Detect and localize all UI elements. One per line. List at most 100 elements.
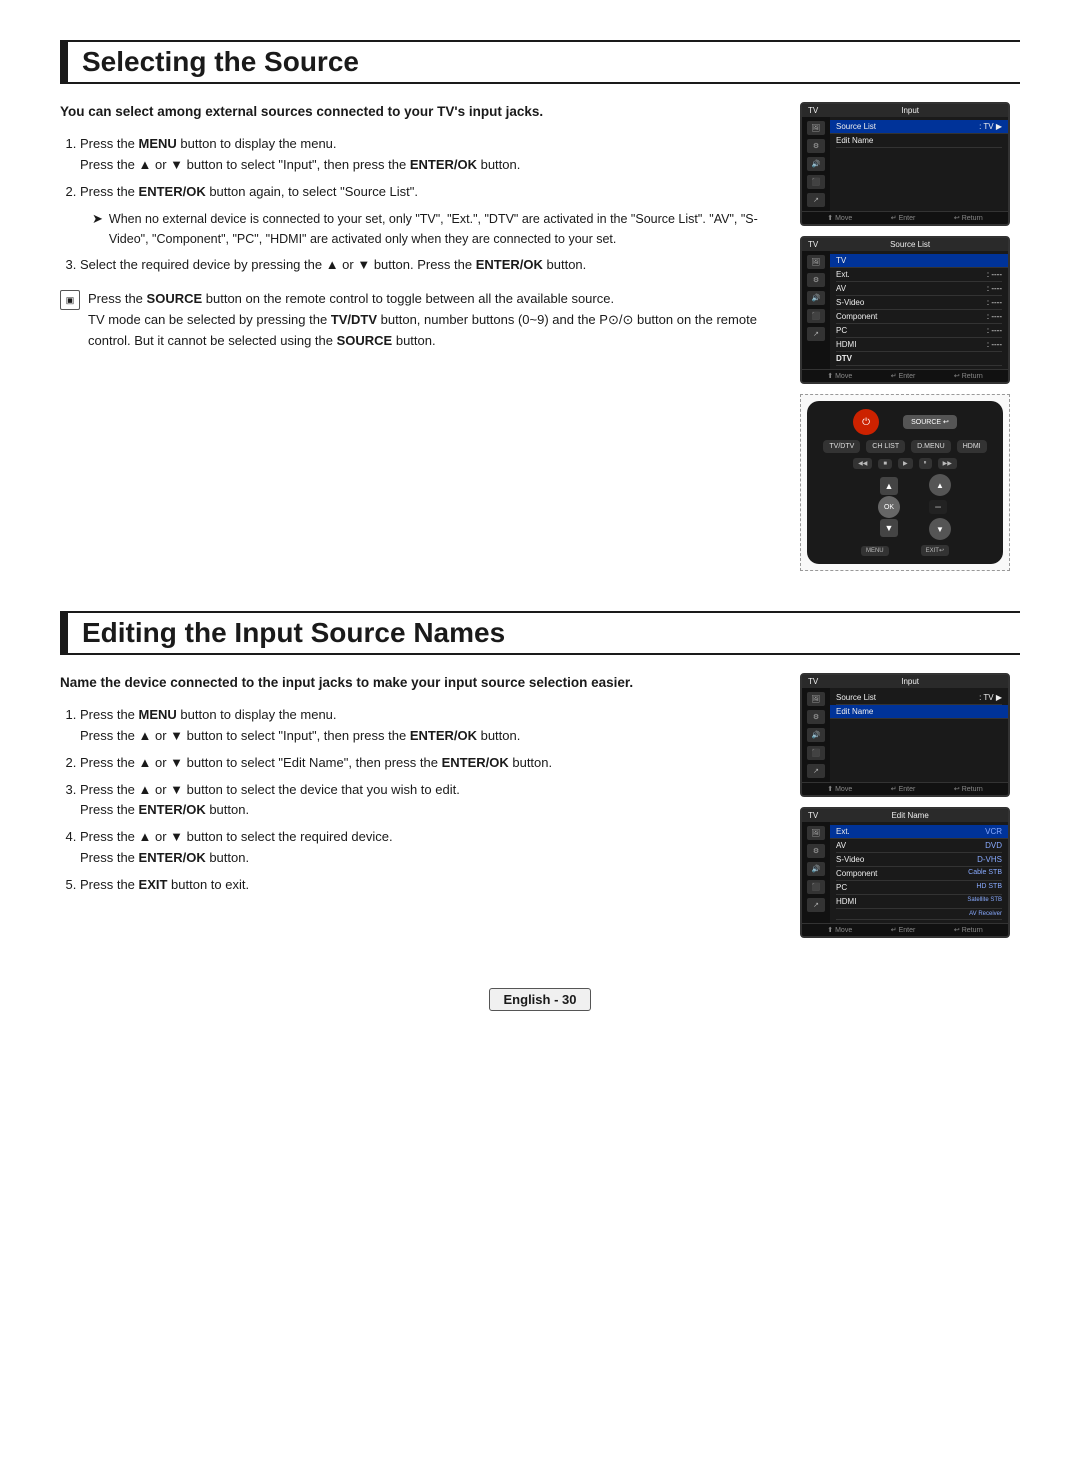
editing-intro: Name the device connected to the input j… — [60, 673, 776, 693]
tv-menu-title-1: Input — [901, 106, 919, 115]
tv-edit-ext: Ext. VCR — [830, 825, 1008, 839]
selecting-step-2: Press the ENTER/OK button again, to sele… — [80, 182, 776, 249]
tv-icon-3c: 🔊 — [807, 728, 825, 742]
editing-screenshots-column: TV Input 🖼 ⚙ 🔊 ⬛ ↗ Source List: TV ▶ — [800, 673, 1020, 938]
heading-bar — [60, 40, 68, 84]
selecting-screenshots-column: TV Input 🖼 ⚙ 🔊 ⬛ ↗ Source List: TV ▶ — [800, 102, 1020, 571]
tv-row-sourcelist: Source List: TV ▶ — [830, 120, 1008, 134]
tv-topbar-2: TV Source List — [802, 238, 1008, 251]
tv-row-tv: TV — [830, 254, 1008, 268]
tv-body-1: 🖼 ⚙ 🔊 ⬛ ↗ Source List: TV ▶ Edit Name — [802, 117, 1008, 211]
heading-bar-2 — [60, 611, 68, 655]
tv-content-1: Source List: TV ▶ Edit Name — [830, 117, 1008, 211]
tv-content-2: TV Ext.: ---- AV: ---- S-Video: ---- Com — [830, 251, 1008, 369]
tv-icon-2b: ⚙ — [807, 273, 825, 287]
source-note-text: Press the SOURCE button on the remote co… — [88, 289, 776, 351]
tv-icon-1b: ⚙ — [807, 139, 825, 153]
tv-sidebar-2: 🖼 ⚙ 🔊 ⬛ ↗ — [802, 251, 830, 369]
remote-ff-btn: ▶▶ — [938, 458, 957, 469]
tv-sidebar-3: 🖼 ⚙ 🔊 ⬛ ↗ — [802, 688, 830, 782]
tv-icon-3a: 🖼 — [807, 692, 825, 706]
selecting-step-1: Press the MENU button to display the men… — [80, 134, 776, 176]
tv-body-2: 🖼 ⚙ 🔊 ⬛ ↗ TV Ext.: ---- — [802, 251, 1008, 369]
tv-icon-4a: 🖼 — [807, 826, 825, 840]
remote-rew-btn: ◀◀ — [853, 458, 872, 469]
tv-icon-1e: ↗ — [807, 193, 825, 207]
editing-step-3: Press the ▲ or ▼ button to select the de… — [80, 780, 776, 822]
remote-exit-btn: EXIT↩ — [921, 545, 949, 556]
tv-icon-4e: ↗ — [807, 898, 825, 912]
editing-step-5: Press the EXIT button to exit. — [80, 875, 776, 896]
tv-icon-4b: ⚙ — [807, 844, 825, 858]
tv-row-av: AV: ---- — [836, 282, 1002, 296]
section-editing-source-names: Editing the Input Source Names Name the … — [60, 611, 1020, 938]
tv-edit-av: AV DVD — [836, 839, 1002, 853]
editing-step-1: Press the MENU button to display the men… — [80, 705, 776, 747]
editing-step-2: Press the ▲ or ▼ button to select "Edit … — [80, 753, 776, 774]
remote-stop-btn: ■ — [878, 459, 892, 469]
tv-icon-1c: 🔊 — [807, 157, 825, 171]
remote-ok-btn: OK — [878, 496, 900, 518]
tv-menu-title-3: Input — [901, 677, 919, 686]
remote-tvdtv-btn: TV/DTV — [823, 440, 860, 453]
tv-screen-edit-name: TV Edit Name 🖼 ⚙ 🔊 ⬛ ↗ Ext. VCR — [800, 807, 1010, 938]
tv-icon-4d: ⬛ — [807, 880, 825, 894]
tv-footer-3: ⬆ Move↵ Enter↩ Return — [802, 782, 1008, 795]
tv-label-3: TV — [808, 677, 818, 686]
tv-body-3: 🖼 ⚙ 🔊 ⬛ ↗ Source List: TV ▶ Edit Name — [802, 688, 1008, 782]
tv-edit-svideo: S-Video D-VHS — [836, 853, 1002, 867]
section-title-editing: Editing the Input Source Names — [68, 611, 1020, 655]
tv-content-4: Ext. VCR AV DVD S-Video D-VHS Component … — [830, 822, 1008, 923]
editing-step-4: Press the ▲ or ▼ button to select the re… — [80, 827, 776, 869]
tv-row-component: Component: ---- — [836, 310, 1002, 324]
tv-row-pc: PC: ---- — [836, 324, 1002, 338]
tv-icon-3e: ↗ — [807, 764, 825, 778]
remote-top-row: ⏻ SOURCE ↩ — [815, 409, 995, 435]
tv-menu-title-4: Edit Name — [891, 811, 928, 820]
tv-icon-3d: ⬛ — [807, 746, 825, 760]
tv-screen-input-menu: TV Input 🖼 ⚙ 🔊 ⬛ ↗ Source List: TV ▶ — [800, 102, 1010, 226]
tv-row-dtv: DTV — [836, 352, 1002, 366]
tv-row-editname-2: Edit Name — [830, 705, 1008, 719]
editing-text-column: Name the device connected to the input j… — [60, 673, 776, 938]
tv-sidebar-4: 🖼 ⚙ 🔊 ⬛ ↗ — [802, 822, 830, 923]
english-page-badge: English - 30 — [489, 988, 592, 1011]
tv-label-4: TV — [808, 811, 818, 820]
remote-nav-row: TV/DTV CH LIST D.MENU HDMI — [815, 440, 995, 453]
selecting-steps-list: Press the MENU button to display the men… — [60, 134, 776, 275]
section-title-selecting: Selecting the Source — [68, 40, 1020, 84]
tv-icon-2e: ↗ — [807, 327, 825, 341]
remote-menu-row: MENU EXIT↩ — [815, 545, 995, 556]
remote-down-btn: ▼ — [880, 519, 898, 537]
tv-icon-4c: 🔊 — [807, 862, 825, 876]
tv-footer-4: ⬆ Move↵ Enter↩ Return — [802, 923, 1008, 936]
remote-up-right-btn: ▲ — [929, 474, 951, 496]
remote-dpad: ▲ ▼ OK — [859, 477, 919, 537]
remote-chlist-btn: CH LIST — [866, 440, 905, 453]
tv-sidebar-1: 🖼 ⚙ 🔊 ⬛ ↗ — [802, 117, 830, 211]
tv-edit-av-receiver: AV Receiver — [836, 909, 1002, 920]
section-heading-editing: Editing the Input Source Names — [60, 611, 1020, 655]
selecting-text-column: You can select among external sources co… — [60, 102, 776, 571]
tv-body-4: 🖼 ⚙ 🔊 ⬛ ↗ Ext. VCR AV DVD — [802, 822, 1008, 923]
remote-control: ⏻ SOURCE ↩ TV/DTV CH LIST D.MENU HDMI ◀◀… — [807, 401, 1003, 564]
tv-row-sourcelist-2: Source List: TV ▶ — [836, 691, 1002, 705]
tv-row-editname: Edit Name — [836, 134, 1002, 148]
tv-edit-pc: PC HD STB — [836, 881, 1002, 895]
source-button-note: ▣ Press the SOURCE button on the remote … — [60, 289, 776, 351]
remote-power-btn: ⏻ — [853, 409, 879, 435]
tv-icon-1d: ⬛ — [807, 175, 825, 189]
remote-control-container: ⏻ SOURCE ↩ TV/DTV CH LIST D.MENU HDMI ◀◀… — [800, 394, 1010, 571]
selecting-step-3: Select the required device by pressing t… — [80, 255, 776, 276]
tv-icon-1a: 🖼 — [807, 121, 825, 135]
section-selecting-source: Selecting the Source You can select amon… — [60, 40, 1020, 571]
tv-footer-2: ⬆ Move↵ Enter↩ Return — [802, 369, 1008, 382]
selecting-note: When no external device is connected to … — [109, 209, 776, 249]
tv-topbar-3: TV Input — [802, 675, 1008, 688]
tv-screen-input-menu-2: TV Input 🖼 ⚙ 🔊 ⬛ ↗ Source List: TV ▶ — [800, 673, 1010, 797]
tv-icon-2c: 🔊 — [807, 291, 825, 305]
tv-row-svideo: S-Video: ---- — [836, 296, 1002, 310]
remote-dpad-row: ▲ ▼ OK ▲ − ▼ — [815, 474, 995, 540]
tv-row-hdmi: HDMI: ---- — [836, 338, 1002, 352]
selecting-intro: You can select among external sources co… — [60, 102, 776, 122]
